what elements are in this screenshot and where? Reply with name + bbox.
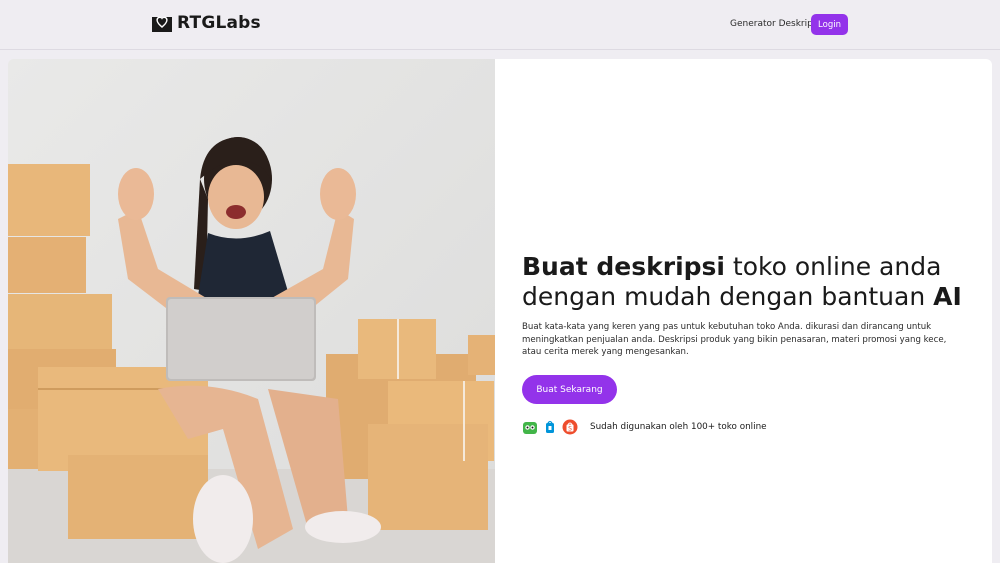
headline-bold-1: Buat deskripsi — [522, 252, 725, 281]
brand-logo[interactable]: RTGLabs — [151, 13, 261, 33]
svg-text:S: S — [568, 426, 572, 433]
headline-bold-2: AI — [933, 282, 962, 311]
top-navbar: RTGLabs Generator Deskripsi Login — [0, 0, 1000, 50]
tokopedia-icon — [523, 422, 537, 434]
hero-panel: Buat deskripsi toko online anda dengan m… — [495, 59, 992, 563]
blibli-icon — [546, 420, 554, 433]
login-button[interactable]: Login — [811, 14, 848, 35]
hero-illustration — [8, 59, 495, 563]
shopee-icon: S — [562, 419, 578, 435]
nav-generator-link[interactable]: Generator Deskripsi — [730, 19, 820, 29]
brand-name: RTGLabs — [177, 13, 261, 33]
social-proof-text: Sudah digunakan oleh 100+ toko online — [590, 422, 767, 432]
start-now-button[interactable]: Buat Sekarang — [522, 375, 617, 404]
hero-photo — [8, 59, 495, 563]
heart-box-icon — [152, 16, 172, 32]
social-proof: S Sudah digunakan oleh 100+ toko online — [522, 419, 767, 435]
hero-headline: Buat deskripsi toko online anda dengan m… — [522, 252, 982, 312]
hero-description: Buat kata-kata yang keren yang pas untuk… — [522, 322, 947, 357]
